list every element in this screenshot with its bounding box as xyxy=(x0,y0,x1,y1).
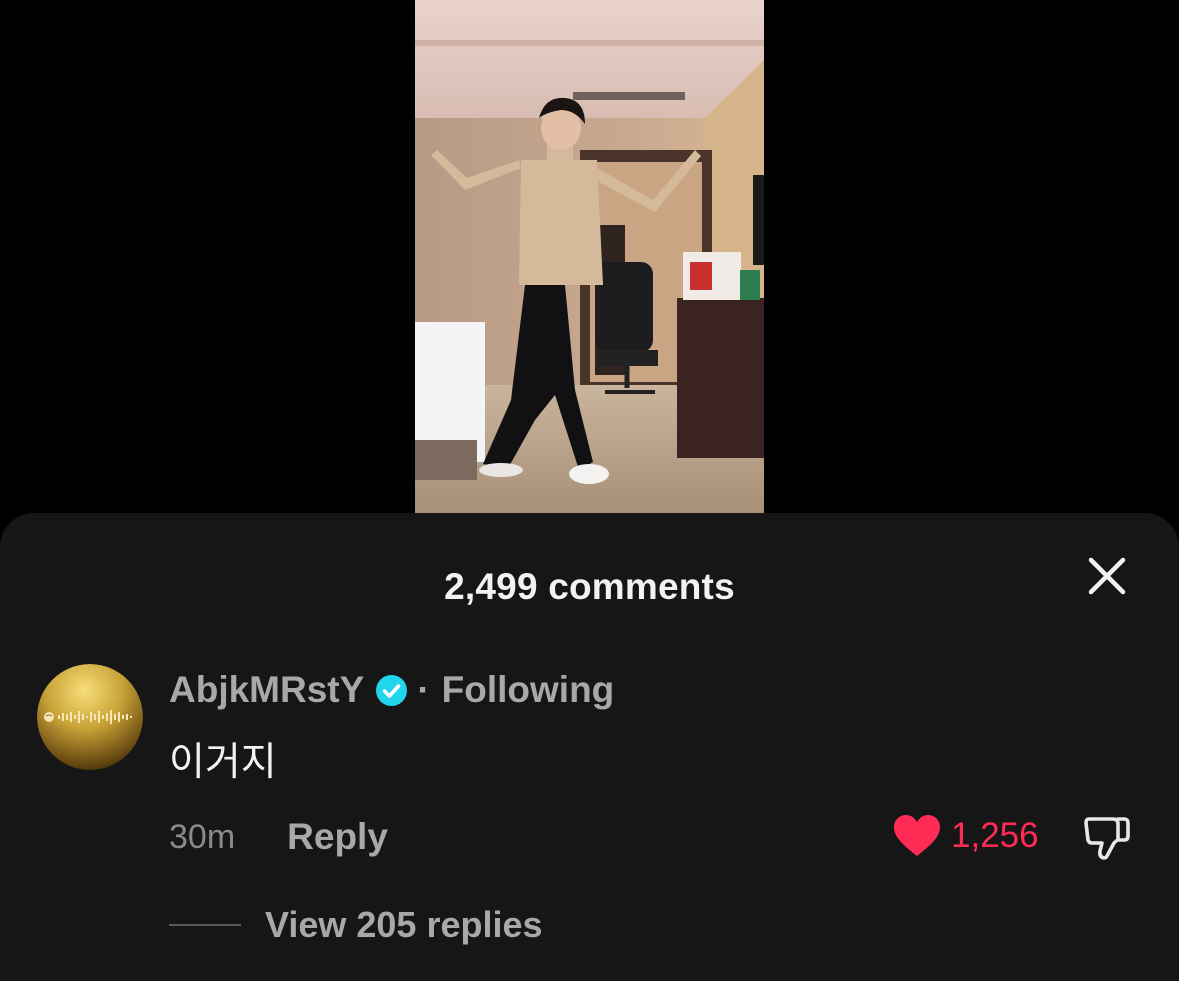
comments-sheet: 2,499 comments AbjkMRstY · Following 이거지… xyxy=(0,513,1179,981)
comment-username[interactable]: AbjkMRstY xyxy=(169,669,364,711)
video-frame-image xyxy=(415,0,764,513)
comment-header: AbjkMRstY · Following xyxy=(169,667,614,713)
comment-body: 이거지 xyxy=(169,740,277,785)
gold-spotify-code-avatar-icon xyxy=(37,664,143,770)
video-player[interactable] xyxy=(415,0,764,513)
comment-timestamp: 30m xyxy=(169,817,236,856)
view-replies-label: View 205 replies xyxy=(265,904,543,945)
heart-icon xyxy=(894,815,940,856)
avatar[interactable] xyxy=(37,664,143,770)
following-label[interactable]: Following xyxy=(442,669,615,711)
close-icon xyxy=(1088,557,1126,595)
close-button[interactable] xyxy=(1082,551,1132,601)
comment-meta: 30m Reply xyxy=(169,814,388,860)
app-screen: 2,499 comments AbjkMRstY · Following 이거지… xyxy=(0,0,1179,981)
header-separator: · xyxy=(417,669,430,710)
like-count: 1,256 xyxy=(951,816,1039,855)
comments-count-title: 2,499 comments xyxy=(444,566,735,607)
view-replies-button[interactable]: View 205 replies xyxy=(169,902,543,948)
dislike-button[interactable] xyxy=(1083,813,1131,861)
reply-button[interactable]: Reply xyxy=(287,816,388,858)
verified-badge-icon xyxy=(376,674,408,706)
replies-divider xyxy=(169,924,241,926)
like-button[interactable]: 1,256 xyxy=(893,812,1039,860)
thumbs-down-icon xyxy=(1084,817,1130,860)
